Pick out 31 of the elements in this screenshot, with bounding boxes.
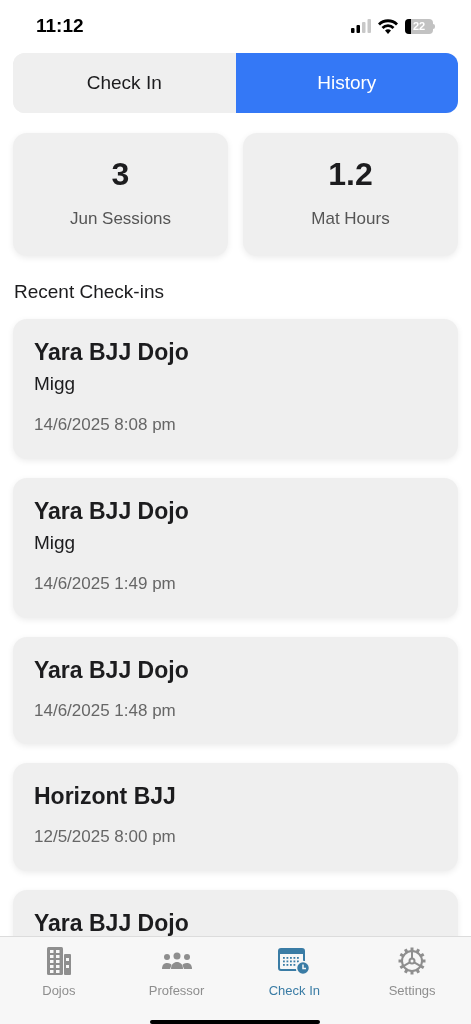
checkin-card[interactable]: Yara BJJ Dojo Migg 14/6/2025 8:08 pm (13, 318, 458, 459)
segment-tab[interactable]: History (235, 53, 458, 113)
settings-icon (397, 946, 428, 976)
status-time: 11:12 (36, 13, 84, 38)
dojo-name: Horizont BJJ (34, 782, 177, 810)
dojo-name: Yara BJJ Dojo (34, 655, 190, 684)
dojo-name: Yara BJJ Dojo (34, 496, 190, 525)
stat-label: Mat Hours (311, 207, 390, 230)
stat-label: Jun Sessions (69, 207, 172, 230)
tab-bar-item[interactable]: Check In (235, 945, 354, 1001)
checkin-time: 14/6/2025 8:08 pm (34, 414, 177, 436)
calendar-clock-icon (278, 947, 311, 975)
checkin-time: 12/5/2025 8:00 pm (34, 826, 177, 848)
section-title: Recent Check-ins (14, 280, 165, 304)
professor-name: Migg (34, 530, 77, 555)
checkin-card[interactable]: Yara BJJ Dojo (13, 889, 458, 936)
checkin-time: 14/6/2025 1:48 pm (34, 699, 177, 722)
battery-indicator: 22 (405, 18, 435, 34)
checkin-card[interactable]: Horizont BJJ 12/5/2025 8:00 pm (13, 763, 458, 871)
stat-value: 1.2 (328, 157, 373, 190)
dojo-name: Yara BJJ Dojo (34, 908, 190, 936)
people-icon (160, 951, 193, 971)
professor-name: Migg (34, 371, 77, 396)
signal-icon (351, 19, 371, 33)
checkin-time: 14/6/2025 1:49 pm (34, 573, 177, 595)
wifi-icon (378, 18, 398, 34)
checkin-card[interactable]: Yara BJJ Dojo 14/6/2025 1:48 pm (13, 636, 458, 744)
building-icon (45, 946, 72, 976)
dojo-name: Yara BJJ Dojo (34, 337, 190, 366)
checkin-card[interactable]: Yara BJJ Dojo Migg 14/6/2025 1:49 pm (13, 477, 458, 618)
stat-value: 3 (111, 157, 130, 190)
